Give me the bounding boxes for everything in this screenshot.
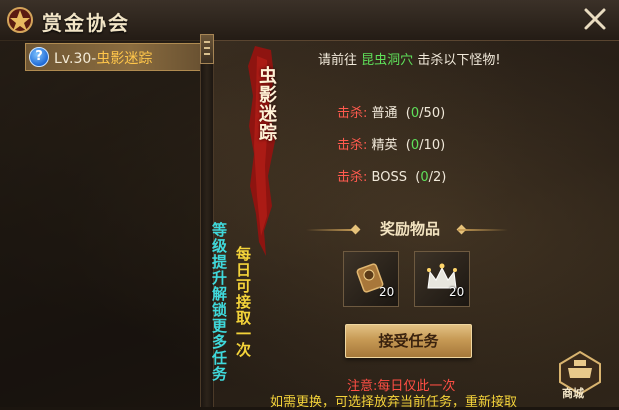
reward-divider-right xyxy=(458,229,508,231)
goal-location: 昆虫洞穴 xyxy=(361,53,414,68)
window-title: 赏金协会 xyxy=(42,11,130,35)
kill-objective-boss: 击杀: BOSS (0/2) xyxy=(337,170,447,185)
quest-banner-title: 虫影迷踪 xyxy=(256,66,277,142)
reward-count-2: 20 xyxy=(449,285,465,299)
kill-total: /10) xyxy=(419,138,446,153)
goal-suffix: 击杀以下怪物! xyxy=(417,53,501,68)
kill-target: BOSS xyxy=(371,170,407,185)
bounty-guild-emblem-icon xyxy=(7,7,33,33)
quest-name: 虫影迷踪 xyxy=(96,51,153,67)
kill-current: 0 xyxy=(410,138,420,153)
scrollbar-thumb[interactable] xyxy=(200,34,214,64)
kill-label: 击杀: xyxy=(337,170,368,185)
abandon-hint: 如需更换，可选择放弃当前任务，重新接取 xyxy=(270,395,518,410)
goal-prefix: 请前往 xyxy=(318,53,358,68)
kill-label: 击杀: xyxy=(337,106,368,121)
kill-label: 击杀: xyxy=(337,138,368,153)
kill-total: /50) xyxy=(419,106,446,121)
accept-quest-button[interactable]: 接受任务 xyxy=(345,324,472,358)
kill-total: /2) xyxy=(428,170,447,185)
kill-objective-normal: 击杀: 普通 (0/50) xyxy=(337,106,446,121)
shop-label[interactable]: 商城 xyxy=(562,385,584,401)
kill-current: 0 xyxy=(410,106,420,121)
unlock-more-quests-text: 等级提升解锁更多任务 xyxy=(210,222,228,382)
quest-list-item-label: Lv.30-虫影迷踪 xyxy=(54,48,152,68)
quest-goal: 请前往 昆虫洞穴 击杀以下怪物! xyxy=(318,49,501,68)
kill-current: 0 xyxy=(420,170,429,185)
quest-list-panel xyxy=(0,40,200,407)
reward-count-1: 20 xyxy=(379,285,395,299)
kill-objective-elite: 击杀: 精英 (0/10) xyxy=(337,138,446,153)
close-icon[interactable] xyxy=(582,6,608,32)
question-icon: ? xyxy=(29,47,49,67)
daily-limit-text: 每日可接取一次 xyxy=(234,246,252,358)
kill-target: 普通 xyxy=(371,106,398,121)
kill-target: 精英 xyxy=(371,138,398,153)
quest-level: Lv.30- xyxy=(54,51,97,67)
